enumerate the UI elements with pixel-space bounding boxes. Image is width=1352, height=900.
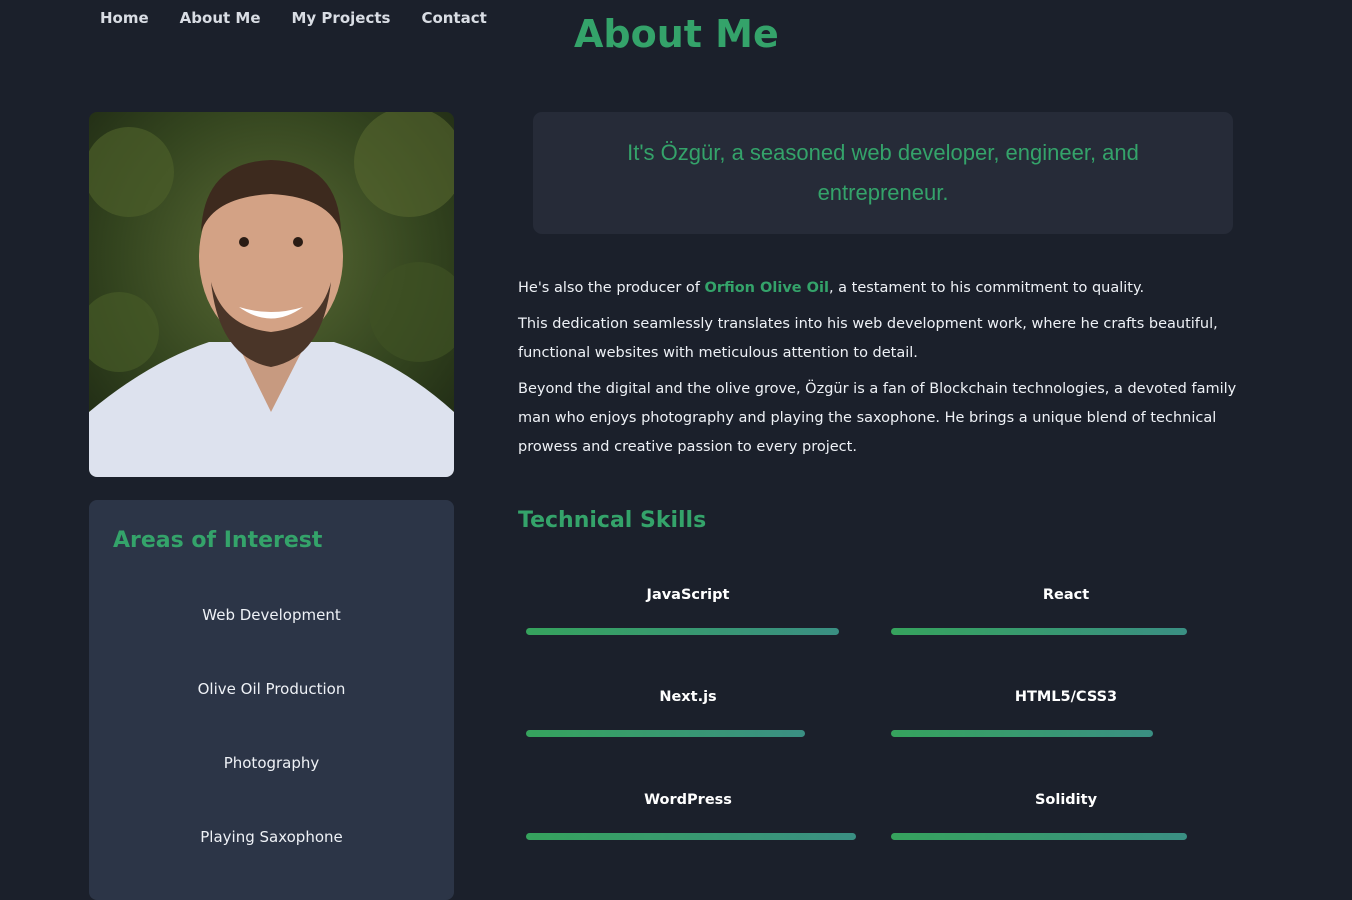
skill-html-css: HTML5/CSS3 xyxy=(891,687,1231,737)
skill-solidity: Solidity xyxy=(891,790,1231,840)
skill-bar-fill xyxy=(526,730,805,737)
interest-item: Web Development xyxy=(202,606,341,624)
bio-paragraph-1: He's also the producer of Orfion Olive O… xyxy=(518,274,1258,303)
interest-list: Web Development Olive Oil Production Pho… xyxy=(89,604,454,900)
skill-name: WordPress xyxy=(644,792,732,808)
nav-home[interactable]: Home xyxy=(100,8,149,28)
skill-name: React xyxy=(1042,587,1090,603)
interest-item: Olive Oil Production xyxy=(197,680,346,698)
nav-about[interactable]: About Me xyxy=(180,8,261,28)
skill-name: Solidity xyxy=(1034,792,1098,808)
skill-name: Next.js xyxy=(659,689,717,705)
bio-paragraph-3: Beyond the digital and the olive grove, … xyxy=(518,381,1237,455)
skill-bar xyxy=(891,730,1231,737)
brand-name: Orfion Olive Oil xyxy=(704,280,829,296)
skill-react: React xyxy=(891,585,1231,635)
skill-bar xyxy=(891,628,1231,635)
main-nav: Home About Me My Projects Contact xyxy=(100,8,518,28)
skill-bar-fill xyxy=(891,730,1153,737)
skill-bar xyxy=(526,730,866,737)
interest-item: Photography xyxy=(223,754,320,772)
skill-javascript: JavaScript xyxy=(526,585,866,635)
skill-wordpress: WordPress xyxy=(526,790,866,840)
bio-text: , a testament to his commitment to quali… xyxy=(828,280,1145,296)
skill-bar xyxy=(526,833,866,840)
interest-item: Playing Saxophone xyxy=(200,828,343,846)
bio-section: He's also the producer of Orfion Olive O… xyxy=(518,274,1258,469)
profile-photo xyxy=(89,112,454,477)
skill-bar xyxy=(526,628,866,635)
nav-contact[interactable]: Contact xyxy=(421,8,486,28)
intro-text: It's Özgür, a seasoned web developer, en… xyxy=(627,140,1139,205)
nav-projects[interactable]: My Projects xyxy=(292,8,391,28)
interests-title: Areas of Interest xyxy=(113,528,323,553)
bio-paragraph-2: This dedication seamlessly translates in… xyxy=(518,316,1218,361)
skill-bar-fill xyxy=(891,628,1187,635)
areas-of-interest-card: Areas of Interest Web Development Olive … xyxy=(89,500,454,900)
skill-name: JavaScript xyxy=(646,587,730,603)
skill-bar-fill xyxy=(891,833,1187,840)
page-title: About Me xyxy=(574,12,779,56)
bio-text: He's also the producer of xyxy=(518,280,705,296)
skills-title: Technical Skills xyxy=(518,508,707,533)
skill-name: HTML5/CSS3 xyxy=(1014,689,1118,705)
skill-bar xyxy=(891,833,1231,840)
skill-bar-fill xyxy=(526,833,856,840)
skill-bar-fill xyxy=(526,628,839,635)
profile-photo-illustration xyxy=(89,112,454,477)
intro-card: It's Özgür, a seasoned web developer, en… xyxy=(533,112,1233,234)
skill-nextjs: Next.js xyxy=(526,687,866,737)
